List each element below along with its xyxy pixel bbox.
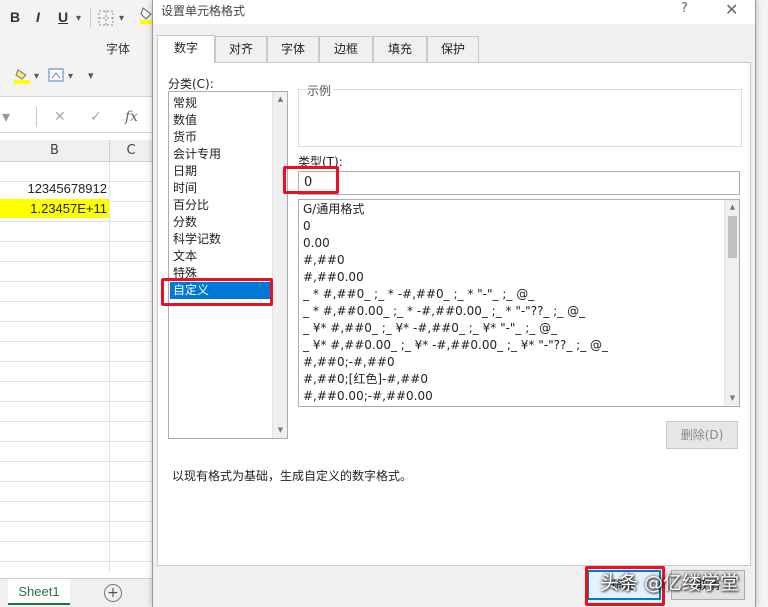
border-icon[interactable] [98, 10, 116, 26]
formula-divider [36, 107, 37, 127]
scroll-up-icon[interactable]: ▲ [725, 200, 739, 215]
cell-b-value-scientific[interactable]: 1.23457E+11 [0, 199, 109, 218]
category-item-currency[interactable]: 货币 [173, 129, 197, 146]
underline-button[interactable]: U [58, 9, 68, 25]
font-group-label: 字体 [106, 42, 131, 56]
scroll-down-icon[interactable]: ▼ [725, 391, 739, 406]
category-label: 分类(C): [168, 77, 214, 91]
category-item-scientific[interactable]: 科学记数 [173, 231, 221, 248]
format-code-list[interactable]: G/通用格式 0 0.00 #,##0 #,##0.00 _ * #,##0_ … [298, 199, 740, 407]
number-tab-panel: 分类(C): 常规 数值 货币 会计专用 日期 时间 百分比 分数 科学记数 文… [157, 62, 751, 566]
confirm-entry-icon[interactable]: ✓ [90, 109, 102, 125]
close-icon[interactable]: ✕ [725, 0, 738, 19]
help-icon[interactable]: ? [681, 1, 688, 16]
grid-row [0, 382, 152, 402]
format-item[interactable]: G/通用格式 [303, 201, 364, 218]
category-scrollbar[interactable]: ▲ ▼ [272, 92, 287, 438]
grid-row [0, 462, 152, 482]
tab-protection[interactable]: 保护 [427, 36, 479, 62]
grid-row [0, 342, 152, 362]
category-item-date[interactable]: 日期 [173, 163, 197, 180]
grid-row [0, 522, 152, 542]
description-text: 以现有格式为基础，生成自定义的数字格式。 [172, 469, 413, 483]
highlight-dropdown-icon[interactable]: ▾ [34, 71, 39, 82]
italic-button[interactable]: I [36, 9, 40, 25]
format-cells-dialog: 设置单元格格式 ? ✕ 数字 对齐 字体 边框 填充 保护 分类(C): 常规 … [152, 0, 756, 607]
name-box-dropdown-icon[interactable]: ▾ [2, 107, 10, 126]
cell-grid[interactable]: 12345678912 1.23457E+11 [0, 162, 152, 572]
format-item[interactable]: 0 [303, 218, 311, 235]
format-item[interactable]: #,##0;[红色]-#,##0 [303, 371, 428, 388]
scroll-up-icon[interactable]: ▲ [273, 92, 288, 107]
category-item-time[interactable]: 时间 [173, 180, 197, 197]
add-sheet-icon[interactable]: + [104, 584, 122, 602]
insert-function-icon[interactable]: fx [125, 109, 138, 125]
grid-row [0, 282, 152, 302]
column-headers: B C [0, 140, 152, 162]
grid-row [0, 542, 152, 562]
highlight-icon[interactable] [14, 68, 32, 84]
format-item[interactable]: #,##0 [303, 252, 345, 269]
grid-row [0, 482, 152, 502]
watermark: 头条 @亿缕学堂 [600, 572, 740, 594]
dialog-tabs: 数字 对齐 字体 边框 填充 保护 [157, 35, 755, 63]
cell-b-value-raw[interactable]: 12345678912 [0, 179, 109, 198]
tab-font[interactable]: 字体 [267, 36, 319, 62]
column-header-c[interactable]: C [110, 140, 152, 162]
category-item-number[interactable]: 数值 [173, 112, 197, 129]
type-label: 类型(T): [298, 155, 343, 169]
sample-box: 示例 [298, 82, 742, 147]
tab-alignment[interactable]: 对齐 [215, 36, 267, 62]
type-input[interactable]: 0 [298, 171, 740, 195]
dialog-title: 设置单元格格式 [161, 4, 246, 18]
format-item[interactable]: _ * #,##0_ ;_ * -#,##0_ ;_ * "-"_ ;_ @_ [303, 286, 534, 303]
customize-icon[interactable]: ▾ [88, 69, 94, 82]
grid-row [0, 362, 152, 382]
sheet-tab-sheet1[interactable]: Sheet1 [8, 579, 70, 605]
format-list-scrollbar[interactable]: ▲ ▼ [724, 200, 739, 406]
ribbon-divider [90, 8, 91, 28]
format-item[interactable]: _ ¥* #,##0_ ;_ ¥* -#,##0_ ;_ ¥* "-"_ ;_ … [303, 320, 557, 337]
grid-row [0, 242, 152, 262]
bold-button[interactable]: B [10, 9, 20, 25]
format-item[interactable]: #,##0.00;-#,##0.00 [303, 388, 433, 405]
sample-label: 示例 [305, 82, 334, 99]
scroll-down-icon[interactable]: ▼ [273, 423, 288, 438]
grid-row [0, 262, 152, 282]
grid-row [0, 442, 152, 462]
format-item[interactable]: #,##0;-#,##0 [303, 354, 395, 371]
border-dropdown-icon[interactable]: ▾ [119, 13, 124, 24]
format-item[interactable]: 0.00 [303, 235, 330, 252]
category-item-general[interactable]: 常规 [173, 95, 197, 112]
format-item[interactable]: #,##0.00 [303, 269, 364, 286]
grid-row [0, 322, 152, 342]
category-list[interactable]: 常规 数值 货币 会计专用 日期 时间 百分比 分数 科学记数 文本 特殊 自定… [168, 91, 288, 439]
tab-number[interactable]: 数字 [157, 35, 215, 63]
grid-row [0, 502, 152, 522]
grid-row [0, 222, 152, 242]
sheet-tab-bar: Sheet1 + [0, 578, 152, 607]
scroll-thumb[interactable] [728, 216, 737, 258]
format-item[interactable]: _ ¥* #,##0.00_ ;_ ¥* -#,##0.00_ ;_ ¥* "-… [303, 337, 608, 354]
tab-fill[interactable]: 填充 [373, 36, 427, 62]
category-item-fraction[interactable]: 分数 [173, 214, 197, 231]
grid-row [0, 422, 152, 442]
format-item[interactable]: _ * #,##0.00_ ;_ * -#,##0.00_ ;_ * "-"??… [303, 303, 585, 320]
column-header-b[interactable]: B [0, 140, 110, 162]
dialog-titlebar[interactable]: 设置单元格格式 ? ✕ [153, 0, 755, 24]
format-painter-icon[interactable] [48, 68, 66, 84]
grid-row [0, 402, 152, 422]
format-dropdown-icon[interactable]: ▾ [68, 71, 73, 82]
underline-dropdown-icon[interactable]: ▾ [76, 13, 81, 24]
category-item-custom[interactable]: 自定义 [170, 282, 273, 299]
category-item-accounting[interactable]: 会计专用 [173, 146, 221, 163]
cancel-entry-icon[interactable]: ✕ [54, 109, 66, 125]
tab-border[interactable]: 边框 [319, 36, 373, 62]
category-item-special[interactable]: 特殊 [173, 265, 197, 282]
grid-row [0, 302, 152, 322]
delete-button[interactable]: 删除(D) [666, 421, 738, 449]
category-item-percentage[interactable]: 百分比 [173, 197, 209, 214]
formula-bar: ▾ ✕ ✓ fx [0, 101, 152, 133]
category-item-text[interactable]: 文本 [173, 248, 197, 265]
